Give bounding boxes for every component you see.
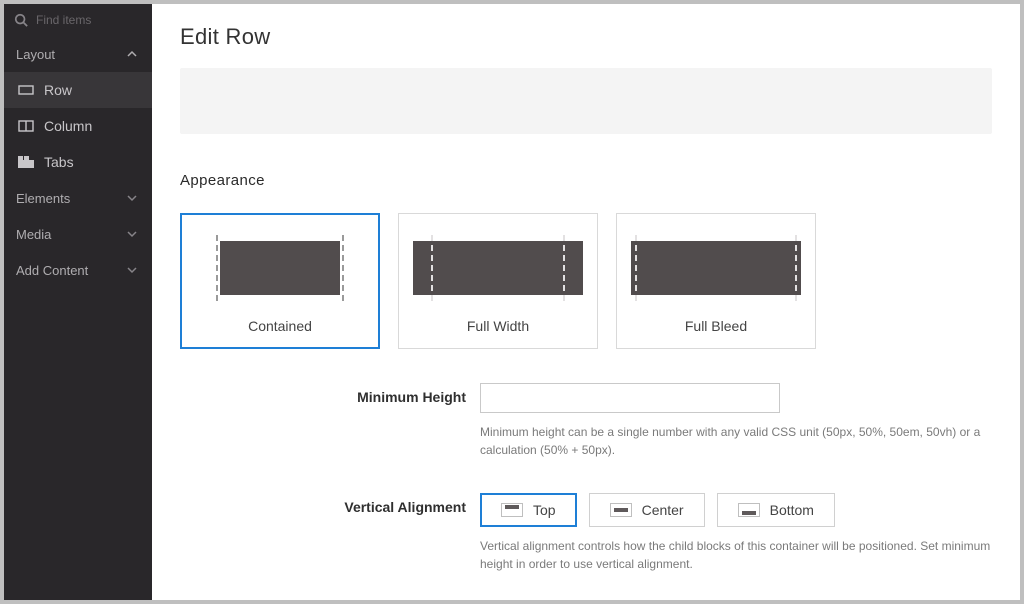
sidebar-group-label: Media: [16, 227, 51, 242]
page-title: Edit Row: [180, 24, 992, 50]
sidebar-item-row[interactable]: Row: [4, 72, 152, 108]
tabs-icon: [18, 154, 34, 170]
row-icon: [18, 82, 34, 98]
sidebar: Layout Row Column Tabs Elements: [4, 4, 152, 600]
appearance-card-label: Contained: [248, 318, 312, 334]
column-icon: [18, 118, 34, 134]
min-height-help: Minimum height can be a single number wi…: [480, 423, 992, 459]
sidebar-group-add-content[interactable]: Add Content: [4, 252, 152, 288]
valign-option-label: Top: [533, 502, 556, 518]
valign-options: Top Center Bottom: [480, 493, 992, 527]
appearance-preview: [631, 232, 801, 304]
appearance-card-label: Full Bleed: [685, 318, 747, 334]
valign-center-button[interactable]: Center: [589, 493, 705, 527]
chevron-up-icon: [124, 46, 140, 62]
align-bottom-icon: [738, 503, 760, 517]
field-vertical-alignment: Vertical Alignment Top Center: [180, 493, 992, 573]
sidebar-search[interactable]: [4, 4, 152, 36]
search-input[interactable]: [36, 13, 152, 27]
sidebar-group-label: Elements: [16, 191, 70, 206]
main-panel: Edit Row Appearance Contained: [152, 4, 1020, 600]
sidebar-item-label: Tabs: [44, 154, 74, 170]
appearance-options: Contained Full Width: [180, 213, 992, 349]
sidebar-group-media[interactable]: Media: [4, 216, 152, 252]
section-title-appearance: Appearance: [180, 172, 992, 189]
valign-help: Vertical alignment controls how the chil…: [480, 537, 992, 573]
valign-option-label: Center: [642, 502, 684, 518]
valign-option-label: Bottom: [770, 502, 814, 518]
sidebar-item-label: Column: [44, 118, 92, 134]
valign-label: Vertical Alignment: [180, 493, 480, 515]
sidebar-group-label: Layout: [16, 47, 55, 62]
field-minimum-height: Minimum Height Minimum height can be a s…: [180, 383, 992, 459]
chevron-down-icon: [124, 190, 140, 206]
align-top-icon: [501, 503, 523, 517]
sidebar-group-elements[interactable]: Elements: [4, 180, 152, 216]
appearance-card-full-width[interactable]: Full Width: [398, 213, 598, 349]
sidebar-item-label: Row: [44, 82, 72, 98]
chevron-down-icon: [124, 226, 140, 242]
chevron-down-icon: [124, 262, 140, 278]
search-icon: [14, 12, 28, 28]
valign-top-button[interactable]: Top: [480, 493, 577, 527]
min-height-label: Minimum Height: [180, 383, 480, 405]
sidebar-group-layout[interactable]: Layout: [4, 36, 152, 72]
min-height-input[interactable]: [480, 383, 780, 413]
sidebar-group-label: Add Content: [16, 263, 88, 278]
appearance-preview: [195, 232, 365, 304]
appearance-card-contained[interactable]: Contained: [180, 213, 380, 349]
appearance-preview: [413, 232, 583, 304]
appearance-card-label: Full Width: [467, 318, 529, 334]
valign-bottom-button[interactable]: Bottom: [717, 493, 835, 527]
appearance-card-full-bleed[interactable]: Full Bleed: [616, 213, 816, 349]
sidebar-item-tabs[interactable]: Tabs: [4, 144, 152, 180]
header-band: [180, 68, 992, 134]
sidebar-item-column[interactable]: Column: [4, 108, 152, 144]
align-center-icon: [610, 503, 632, 517]
